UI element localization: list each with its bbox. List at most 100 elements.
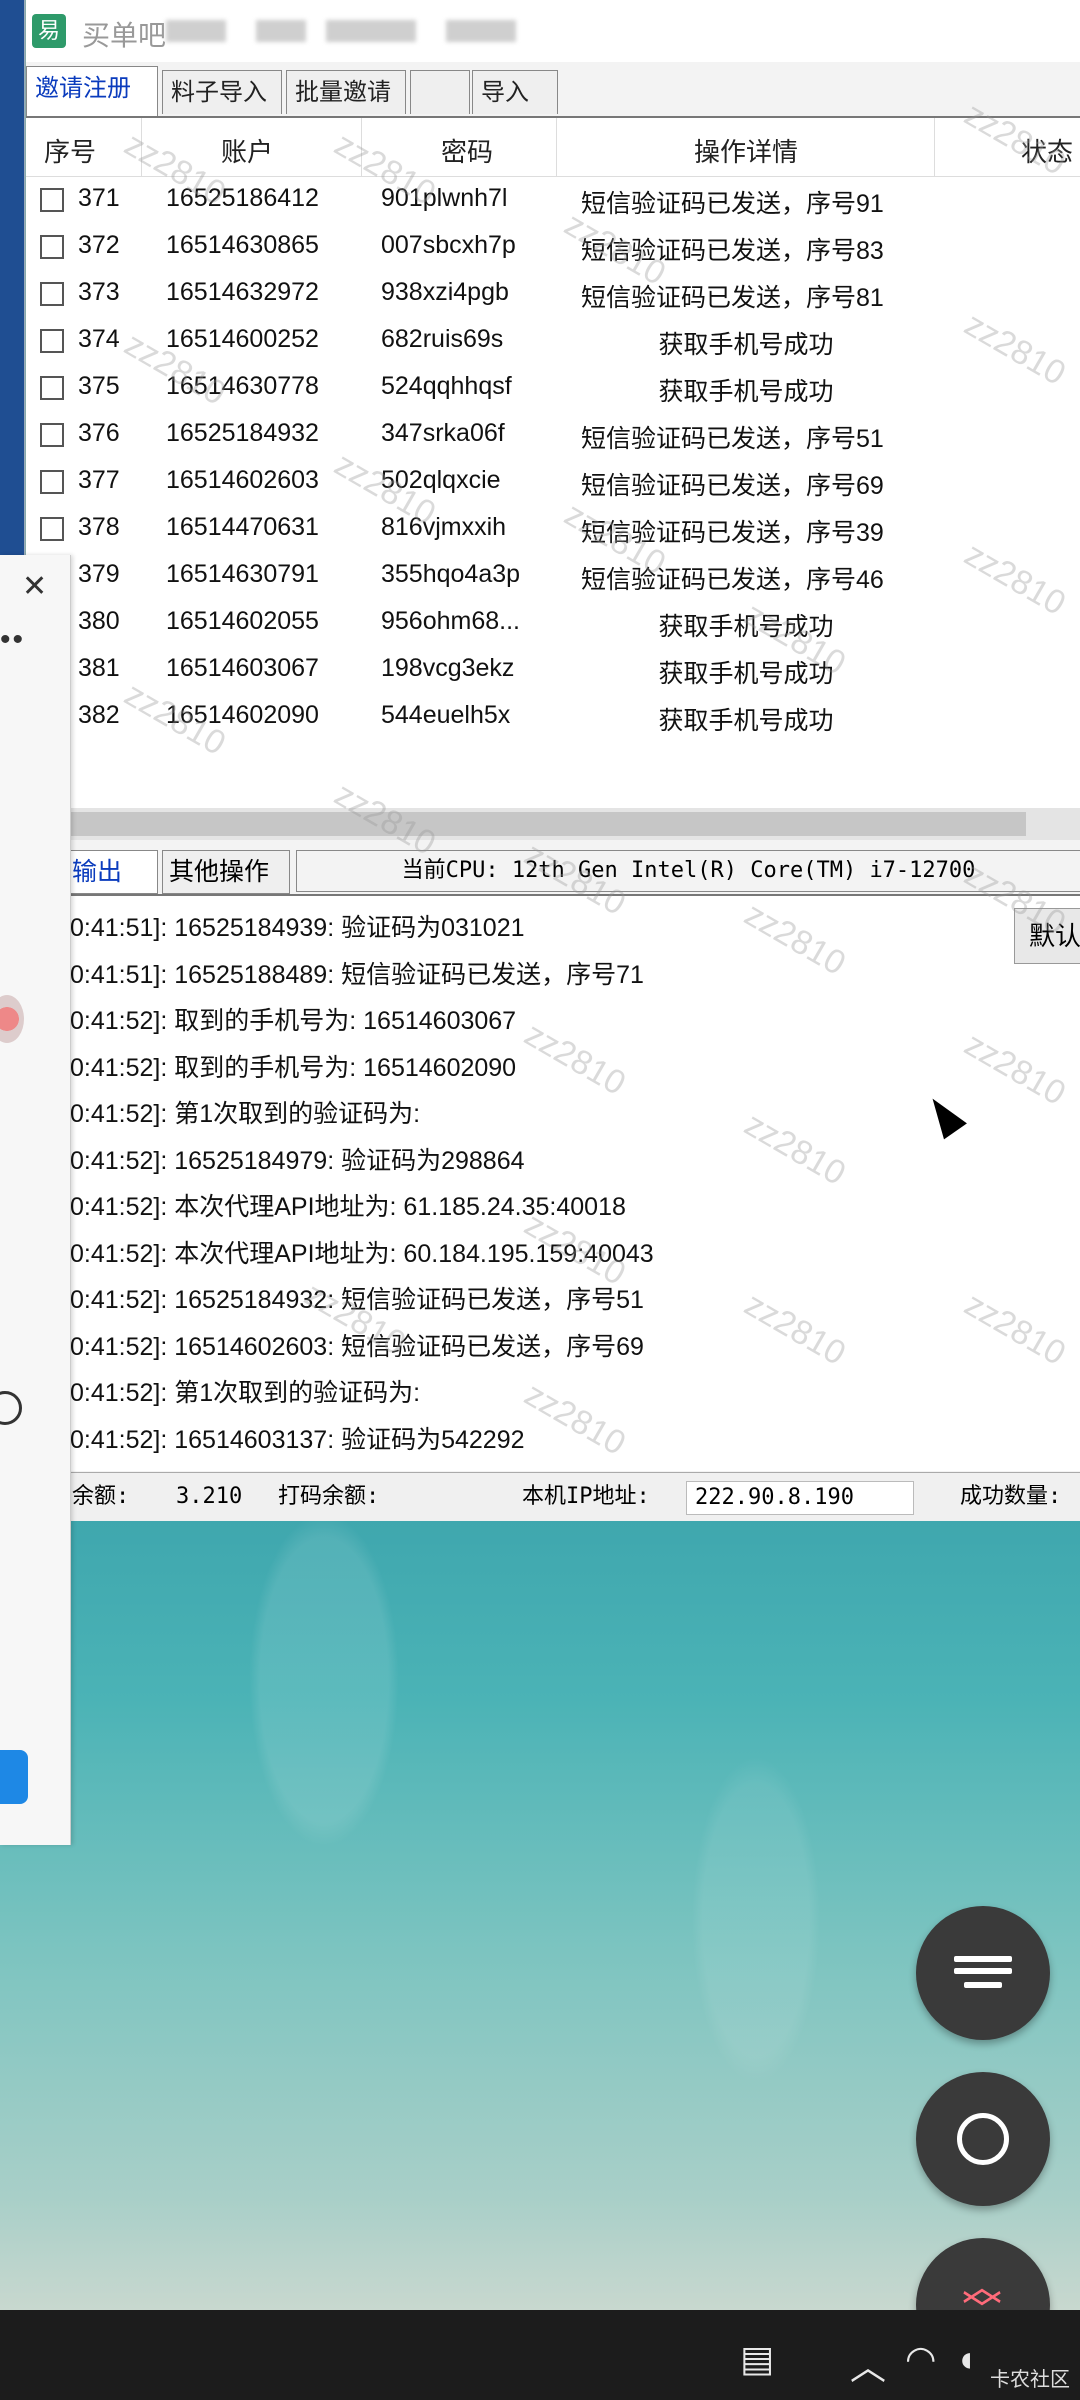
table-row[interactable]: 377 16514602603 502qlqxcie 短信验证码已发送，序号69: [26, 458, 1080, 505]
clock-icon[interactable]: [0, 1391, 22, 1425]
cell-password: 544euelh5x: [381, 701, 511, 729]
horizontal-scrollbar[interactable]: [26, 808, 1080, 840]
row-checkbox[interactable]: [40, 235, 64, 259]
log-line: 0:41:51]: 16525184939: 验证码为031021: [70, 914, 525, 942]
log-line: 0:41:52]: 16514602603: 短信验证码已发送，序号69: [70, 1332, 644, 1361]
cell-account: 16514602603: [166, 466, 319, 494]
table-row[interactable]: 378 16514470631 816vjmxxih 短信验证码已发送，序号39: [26, 505, 1080, 552]
cell-account: 16514630778: [166, 372, 319, 400]
keyboard-button[interactable]: [916, 1906, 1050, 2040]
status-bar: 码余额: 3.210 打码余额: 本机IP地址: 222.90.8.190 成功…: [26, 1472, 1080, 1521]
table-row[interactable]: 381 16514603067 198vcg3ekz 获取手机号成功: [26, 646, 1080, 693]
cell-no: 372: [78, 231, 120, 259]
cell-password: 816vjmxxih: [381, 513, 507, 541]
cell-no: 380: [78, 607, 120, 635]
log-line: 0:41:52]: 第1次取到的验证码为:: [70, 1100, 421, 1128]
cell-no: 375: [78, 372, 120, 400]
log-line: 0:41:52]: 本次代理API地址为: 61.185.24.35:40018: [70, 1193, 626, 1221]
log-output-panel[interactable]: 0:41:51]: 16525184939: 验证码为031021 0:41:51…: [26, 896, 1080, 1471]
cell-password: 956ohm68...: [381, 607, 520, 635]
cell-detail: 短信验证码已发送，序号69: [581, 472, 884, 500]
tab-import[interactable]: 导入: [472, 70, 558, 114]
redacted-text: [326, 20, 416, 42]
log-line: 0:41:52]: 本次代理API地址为: 60.184.195.159:400…: [70, 1239, 654, 1268]
more-icon[interactable]: ••: [0, 623, 25, 657]
tab-invite-register[interactable]: 邀请注册: [26, 66, 158, 116]
wifi-icon[interactable]: ◠: [905, 2338, 936, 2380]
row-checkbox[interactable]: [40, 517, 64, 541]
table-row[interactable]: 375 16514630778 524qqhhqsf 获取手机号成功: [26, 364, 1080, 411]
tab-other-operations[interactable]: 其他操作: [162, 850, 290, 894]
header-password[interactable]: 密码: [441, 132, 493, 169]
header-status[interactable]: 状态: [1021, 132, 1073, 169]
table-row[interactable]: 372 16514630865 007sbcxh7p 短信验证码已发送，序号83: [26, 223, 1080, 270]
table-row[interactable]: 374 16514600252 682ruis69s 获取手机号成功: [26, 317, 1080, 364]
side-action-button[interactable]: [0, 1750, 28, 1804]
cell-detail: 获取手机号成功: [658, 660, 834, 688]
header-no[interactable]: 序号: [44, 132, 96, 169]
log-line: 0:41:52]: 第1次取到的验证码为:: [70, 1379, 421, 1407]
row-checkbox[interactable]: [40, 470, 64, 494]
cell-account: 16514630791: [166, 560, 319, 588]
cell-account: 16514602090: [166, 701, 319, 729]
cell-account: 16514630865: [166, 231, 319, 259]
log-line: 0:41:52]: 16525184932: 短信验证码已发送，序号51: [70, 1286, 644, 1314]
header-detail[interactable]: 操作详情: [694, 132, 798, 169]
log-line: 0:41:52]: 16514603137: 验证码为542292: [70, 1425, 525, 1454]
table-row[interactable]: 371 16525186412 901plwnh7l 短信验证码已发送，序号91: [26, 176, 1080, 223]
news-icon[interactable]: ▤: [740, 2338, 774, 2380]
column-divider[interactable]: [556, 118, 557, 176]
cell-password: 007sbcxh7p: [381, 231, 516, 259]
redacted-text: [446, 20, 516, 42]
cell-password: 198vcg3ekz: [381, 654, 515, 682]
cell-password: 682ruis69s: [381, 325, 504, 353]
table-body: 371 16525186412 901plwnh7l 短信验证码已发送，序号91 372…: [26, 176, 1080, 740]
scrollbar-thumb[interactable]: [66, 812, 1026, 836]
tab-import-material[interactable]: 料子导入: [162, 70, 282, 114]
row-checkbox[interactable]: [40, 282, 64, 306]
cell-password: 938xzi4pgb: [381, 278, 509, 306]
success-count-label: 成功数量:: [960, 1484, 1062, 1509]
cell-no: 377: [78, 466, 120, 494]
cell-detail: 获取手机号成功: [658, 378, 834, 406]
log-line: 0:41:52]: 16525184979: 验证码为298864: [70, 1146, 525, 1175]
volume-icon[interactable]: ◖: [955, 2338, 977, 2380]
cell-detail: 获取手机号成功: [658, 707, 834, 735]
home-button[interactable]: [916, 2072, 1050, 2206]
table-row[interactable]: 382 16514602090 544euelh5x 获取手机号成功: [26, 693, 1080, 740]
cell-account: 16525184932: [166, 419, 319, 447]
table-row[interactable]: 373 16514632972 938xzi4pgb 短信验证码已发送，序号81: [26, 270, 1080, 317]
tab-batch-invite[interactable]: 批量邀请: [286, 70, 406, 114]
log-line: 0:41:52]: 取到的手机号为: 16514602090: [70, 1053, 517, 1082]
default-button[interactable]: 默认: [1014, 908, 1080, 964]
cell-no: 373: [78, 278, 120, 306]
keyboard-icon: [954, 1956, 1012, 1962]
cell-account: 16514600252: [166, 325, 319, 353]
chevron-up-icon[interactable]: ︿: [850, 2338, 886, 2390]
cell-no: 378: [78, 513, 120, 541]
row-checkbox[interactable]: [40, 423, 64, 447]
avatar[interactable]: [0, 995, 24, 1043]
column-divider[interactable]: [361, 118, 362, 176]
tab-redacted[interactable]: [410, 70, 470, 114]
row-checkbox[interactable]: [40, 188, 64, 212]
table-row[interactable]: 376 16525184932 347srka06f 短信验证码已发送，序号51: [26, 411, 1080, 458]
column-divider[interactable]: [141, 118, 142, 176]
app-window: 易 买单吧 邀请注册 料子导入 批量邀请 导入 序号 账户 密码 操作详情 状态…: [25, 0, 1080, 1521]
column-divider[interactable]: [934, 118, 935, 176]
window-title: 买单吧: [82, 20, 167, 51]
title-bar: 易 买单吧: [26, 0, 1080, 62]
cell-password: 901plwnh7l: [381, 184, 508, 212]
row-checkbox[interactable]: [40, 329, 64, 353]
cell-no: 382: [78, 701, 120, 729]
ip-value: 222.90.8.190: [686, 1481, 914, 1515]
header-account[interactable]: 账户: [221, 132, 273, 169]
redacted-text: [166, 20, 226, 42]
cell-no: 376: [78, 419, 120, 447]
close-icon[interactable]: ✕: [22, 569, 47, 604]
cell-no: 379: [78, 560, 120, 588]
table-row[interactable]: 380 16514602055 956ohm68... 获取手机号成功: [26, 599, 1080, 646]
keyboard-icon: [964, 1982, 1002, 1988]
row-checkbox[interactable]: [40, 376, 64, 400]
table-row[interactable]: 379 16514630791 355hqo4a3p 短信验证码已发送，序号46: [26, 552, 1080, 599]
